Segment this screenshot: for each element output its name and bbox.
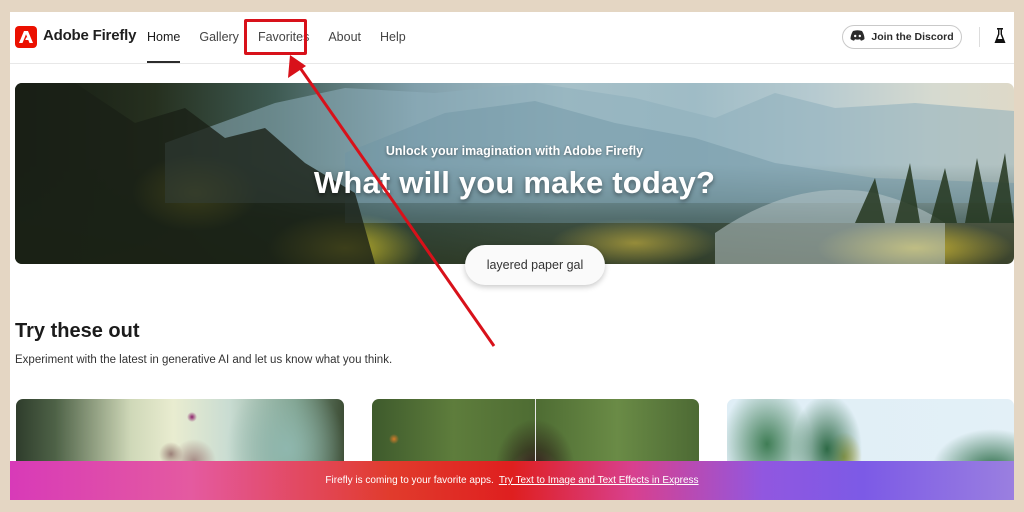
nav-gallery[interactable]: Gallery (199, 12, 239, 63)
banner-express-link[interactable]: Try Text to Image and Text Effects in Ex… (499, 475, 699, 486)
nav-help[interactable]: Help (380, 12, 406, 63)
hero-banner: Unlock your imagination with Adobe Firef… (15, 83, 1014, 264)
section-description: Experiment with the latest in generative… (15, 354, 393, 366)
prompt-suggestion-pill[interactable]: layered paper gal (465, 245, 605, 285)
nav-home[interactable]: Home (147, 12, 181, 63)
nav-about[interactable]: About (328, 12, 361, 63)
browser-page: Adobe Firefly Home Gallery Favorites Abo… (10, 12, 1014, 500)
nav-favorites[interactable]: Favorites (258, 12, 309, 63)
adobe-logo-icon[interactable] (15, 26, 37, 48)
join-discord-button[interactable]: Join the Discord (842, 25, 962, 49)
discord-label: Join the Discord (871, 31, 954, 43)
hero-subtitle: Unlock your imagination with Adobe Firef… (385, 144, 644, 158)
flask-icon[interactable] (994, 28, 1006, 49)
section-title: Try these out (15, 320, 140, 342)
header-divider (979, 27, 980, 47)
top-nav-bar: Adobe Firefly Home Gallery Favorites Abo… (10, 12, 1014, 64)
discord-icon (850, 30, 865, 44)
brand-name[interactable]: Adobe Firefly (43, 27, 136, 44)
main-nav: Home Gallery Favorites About Help (147, 12, 425, 63)
banner-text: Firefly is coming to your favorite apps. (325, 475, 494, 486)
promo-banner: Firefly is coming to your favorite apps.… (10, 461, 1014, 500)
hero-title: What will you make today? (313, 165, 716, 200)
